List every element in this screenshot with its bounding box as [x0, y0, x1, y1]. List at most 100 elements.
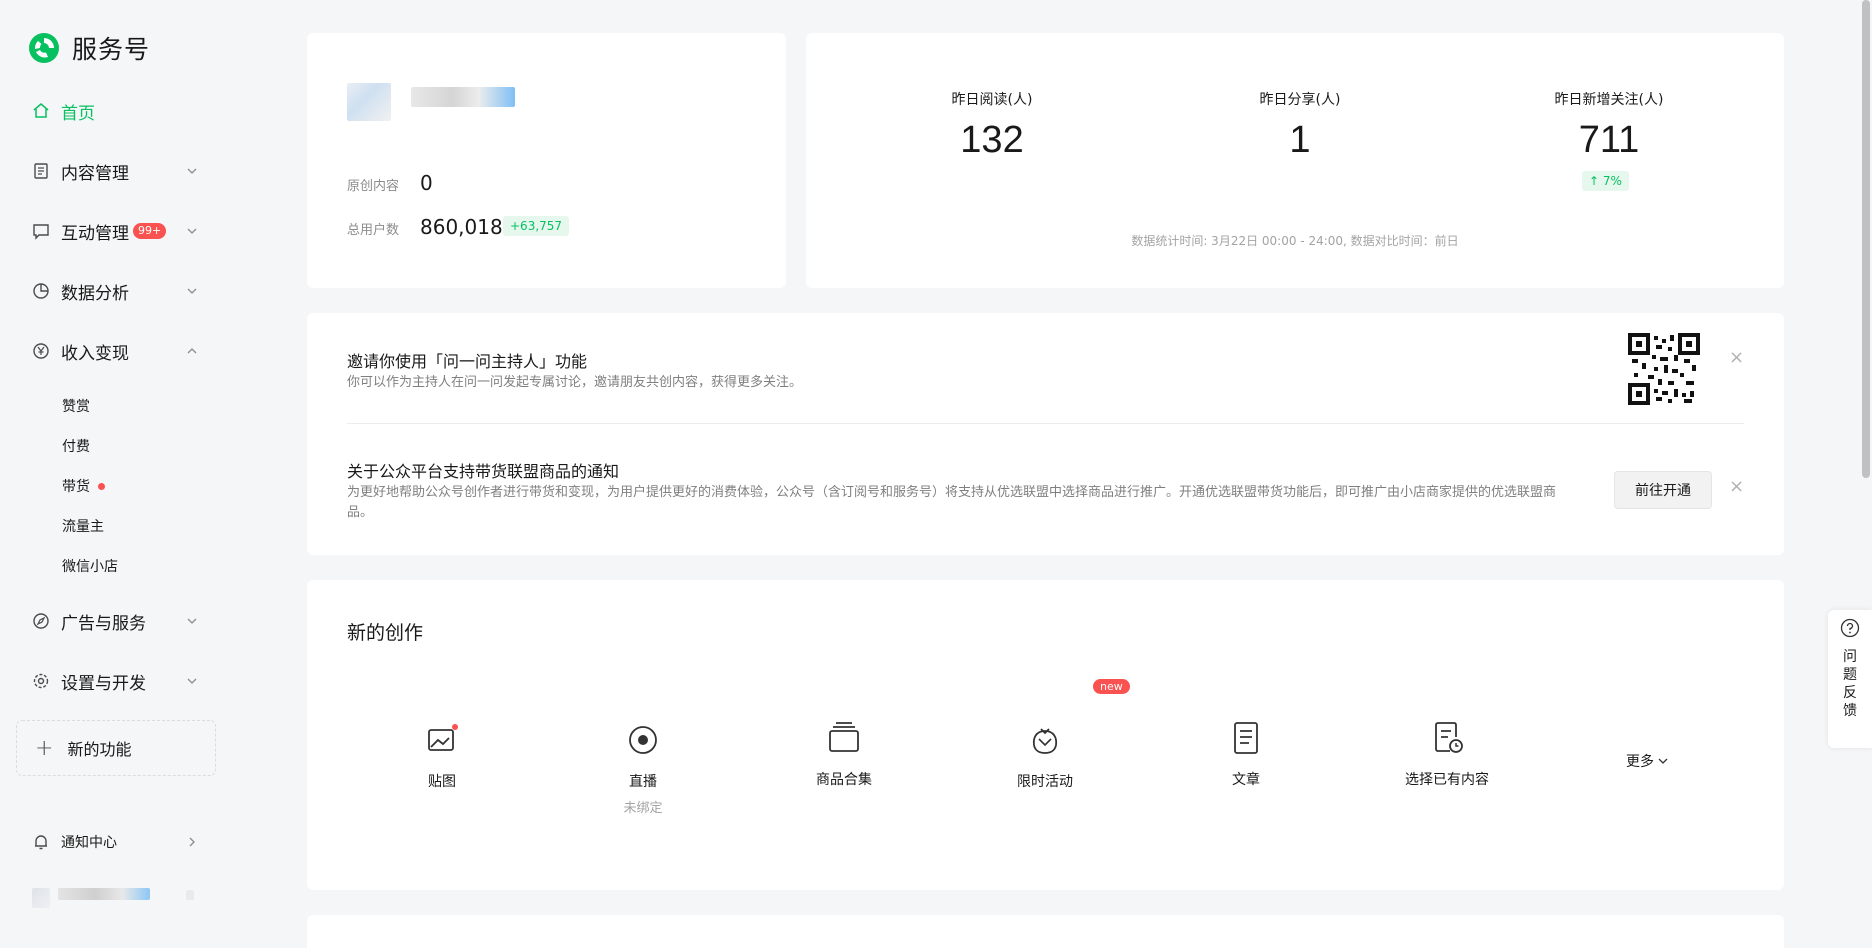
nav-home[interactable]: 首页 — [32, 99, 95, 124]
notification-badge: 99+ — [133, 223, 167, 239]
compass-icon — [33, 613, 49, 629]
create-sublabel: 未绑定 — [623, 801, 663, 816]
message-icon — [33, 224, 49, 240]
nav-home-label: 首页 — [61, 103, 95, 124]
stat-shares: 昨日分享(人) 1 — [1170, 89, 1430, 162]
feedback-label: 问题反馈 — [1843, 649, 1857, 719]
red-dot-indicator — [98, 482, 105, 490]
total-users-label: 总用户数 — [347, 223, 400, 238]
app-logo[interactable]: 服务号 — [28, 30, 150, 66]
account-avatar[interactable] — [347, 83, 391, 121]
yen-icon — [33, 343, 49, 359]
chevron-right-icon[interactable] — [186, 836, 198, 848]
original-content-value: 0 — [420, 171, 433, 195]
activity-icon — [1032, 728, 1058, 754]
plus-icon: + — [35, 735, 54, 761]
nav-label: 通知中心 — [61, 835, 117, 851]
sub-item-sales[interactable]: 带货 — [62, 476, 105, 496]
notices-card: 邀请你使用「问一问主持人」功能 你可以作为主持人在问一问发起专属讨论，邀请朋友共… — [307, 313, 1784, 555]
create-photo[interactable]: 贴图 — [362, 723, 522, 791]
notice-title[interactable]: 邀请你使用「问一问主持人」功能 — [347, 348, 587, 372]
nav-monetization[interactable]: 收入变现 — [32, 339, 129, 364]
home-icon — [33, 103, 49, 118]
sub-item-label: 付费 — [62, 439, 90, 455]
stat-label: 昨日阅读(人) — [951, 92, 1033, 108]
nav-label: 互动管理 — [61, 223, 129, 244]
create-existing-content[interactable]: 选择已有内容 — [1367, 721, 1527, 789]
document-icon — [34, 163, 48, 179]
more-button[interactable]: 更多 — [1626, 751, 1669, 771]
nav-content-management[interactable]: 内容管理 — [32, 159, 129, 184]
gear-icon — [33, 673, 49, 689]
create-label: 贴图 — [428, 774, 456, 790]
chevron-down-icon[interactable] — [186, 615, 198, 627]
live-icon — [629, 726, 657, 754]
total-users-value: 860,018 — [420, 215, 503, 239]
create-live[interactable]: 直播 未绑定 — [563, 723, 723, 816]
brand-logo-icon — [29, 33, 59, 63]
new-feature-label: 新的功能 — [67, 740, 132, 759]
nav-label: 设置与开发 — [61, 673, 146, 694]
chevron-up-icon[interactable] — [186, 345, 198, 357]
app-name: 服务号 — [72, 35, 151, 64]
sub-item-wechat-store[interactable]: 微信小店 — [62, 556, 118, 576]
feedback-button[interactable]: 问题反馈 — [1828, 610, 1872, 748]
divider — [347, 423, 1744, 424]
sub-item-reward[interactable]: 赞赏 — [62, 396, 90, 416]
followers-change-badge: ↑ 7% — [1582, 171, 1629, 191]
close-icon[interactable]: × — [1729, 347, 1744, 368]
collection-icon — [829, 722, 859, 752]
stats-card: 昨日阅读(人) 132 昨日分享(人) 1 昨日新增关注(人) 711 ↑ 7%… — [806, 33, 1784, 288]
chevron-down-icon[interactable] — [186, 225, 198, 237]
sub-item-label: 微信小店 — [62, 559, 118, 575]
chevron-down-icon[interactable] — [186, 285, 198, 297]
users-delta-badge: +63,757 — [503, 216, 570, 236]
create-collection[interactable]: 商品合集 — [764, 721, 924, 789]
bell-icon — [35, 835, 47, 850]
new-tag: new — [1093, 679, 1130, 694]
pie-chart-icon — [33, 283, 49, 299]
notice-desc: 你可以作为主持人在问一问发起专属讨论，邀请朋友共创内容，获得更多关注。 — [347, 375, 803, 390]
notice-desc: 为更好地帮助公众号创作者进行带货和变现，为用户提供更好的消费体验，公众号（含订阅… — [347, 485, 1557, 520]
nav-label: 数据分析 — [61, 283, 129, 304]
nav-label: 内容管理 — [61, 163, 129, 184]
user-avatar[interactable] — [32, 888, 50, 908]
section-title: 新的创作 — [347, 622, 424, 644]
user-menu-dots[interactable] — [186, 890, 194, 900]
sidebar: 服务号 首页 内容管理 互动管理 99+ 数据分析 收入变现 赞赏 付费 带货 … — [0, 0, 240, 948]
create-label: 选择已有内容 — [1405, 772, 1489, 788]
create-article[interactable]: 文章 — [1166, 721, 1326, 789]
next-section-card — [307, 915, 1784, 948]
stat-value: 1 — [1289, 119, 1311, 161]
close-icon[interactable]: × — [1729, 476, 1744, 497]
user-name[interactable] — [58, 888, 150, 900]
nav-interaction-management[interactable]: 互动管理 99+ — [32, 219, 167, 244]
nav-settings-dev[interactable]: 设置与开发 — [32, 669, 146, 694]
profile-card: 原创内容 0 总用户数 860,018 +63,757 — [307, 33, 786, 288]
image-icon — [428, 724, 458, 751]
stat-value: 711 — [1578, 119, 1640, 161]
create-label: 商品合集 — [816, 772, 872, 788]
new-feature-button[interactable]: + 新的功能 — [16, 720, 216, 776]
chevron-down-icon — [1658, 758, 1668, 764]
existing-content-icon — [1435, 722, 1463, 753]
original-content-label: 原创内容 — [347, 179, 400, 194]
chevron-down-icon[interactable] — [186, 675, 198, 687]
qr-code-icon — [1628, 333, 1700, 405]
enable-button[interactable]: 前往开通 — [1614, 471, 1712, 509]
sub-item-label: 赞赏 — [62, 399, 90, 415]
create-label: 限时活动 — [1017, 774, 1073, 790]
create-activity[interactable]: 限时活动 — [965, 723, 1125, 791]
nav-notification-center[interactable]: 通知中心 — [32, 830, 117, 854]
sub-item-traffic-owner[interactable]: 流量主 — [62, 516, 104, 536]
stat-reads: 昨日阅读(人) 132 — [862, 89, 1122, 162]
sub-item-paid[interactable]: 付费 — [62, 436, 90, 456]
nav-ads-services[interactable]: 广告与服务 — [32, 609, 146, 634]
create-card: 新的创作 贴图 直播 未绑定 商品合集 限时活动 new 文章 选择已有内容 更… — [307, 580, 1784, 890]
nav-data-analysis[interactable]: 数据分析 — [32, 279, 129, 304]
scrollbar[interactable] — [1862, 0, 1870, 478]
chevron-down-icon[interactable] — [186, 165, 198, 177]
notice-title[interactable]: 关于公众平台支持带货联盟商品的通知 — [347, 458, 619, 482]
more-label: 更多 — [1626, 754, 1654, 770]
stat-label: 昨日新增关注(人) — [1554, 92, 1664, 108]
